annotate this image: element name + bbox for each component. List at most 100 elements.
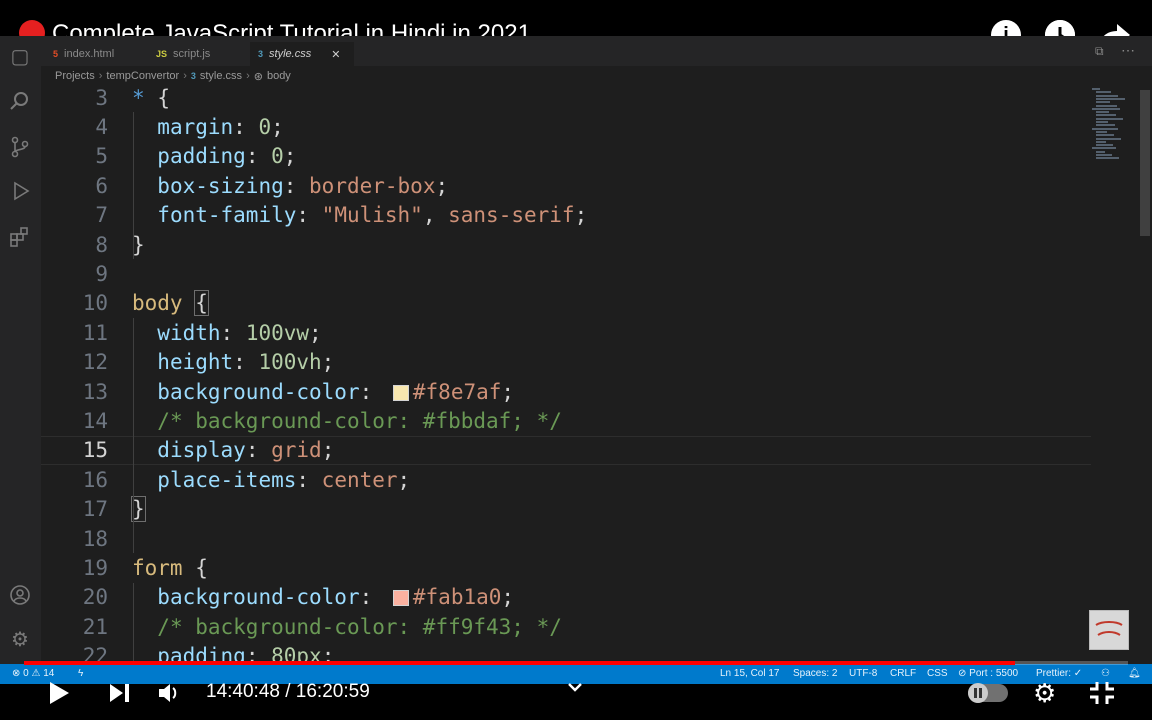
code-line[interactable]: 16 place-items: center; <box>41 465 1091 494</box>
more-actions-icon[interactable]: ⋯ <box>1121 42 1135 59</box>
code-token: font-family <box>157 203 297 228</box>
color-swatch[interactable] <box>392 384 409 401</box>
code-line[interactable]: 17} <box>41 495 1091 524</box>
code-line[interactable]: 8} <box>41 230 1091 259</box>
indentation[interactable]: Spaces: 2 <box>793 668 837 679</box>
notifications-icon[interactable]: 🔔︎ <box>1128 668 1141 679</box>
breadcrumb-item[interactable]: tempConvertor <box>106 70 179 82</box>
chevron-right-icon: › <box>98 70 103 82</box>
settings-gear-icon[interactable]: ⚙ <box>1033 679 1056 707</box>
breadcrumb-item[interactable]: style.css <box>200 70 242 82</box>
code-line[interactable]: 9 <box>41 259 1091 288</box>
line-ending[interactable]: CRLF <box>890 668 916 679</box>
symbol-icon: ⊛ <box>253 70 263 83</box>
breadcrumb-item[interactable]: Projects <box>55 70 95 82</box>
minimap-line <box>1096 111 1109 114</box>
code-token: height <box>157 350 234 375</box>
code-text: box-sizing: border-box; <box>132 174 448 198</box>
code-token: : <box>359 585 385 610</box>
code-token: "Mulish" <box>321 203 423 228</box>
cursor-position[interactable]: Ln 15, Col 17 <box>720 668 780 679</box>
minimap-line <box>1096 121 1108 123</box>
line-number: 15 <box>82 438 108 463</box>
live-server-port[interactable]: ⊘ Port : 5500 <box>958 668 1018 679</box>
chevron-down-icon[interactable] <box>567 680 583 698</box>
tab-style-css[interactable]: 3 style.css ✕ <box>250 42 354 66</box>
code-token: { <box>195 556 208 581</box>
code-token: : <box>296 203 322 228</box>
code-text: /* background-color: #ff9f43; */ <box>132 615 562 639</box>
code-token: body <box>132 291 183 316</box>
code-token: grid <box>271 438 322 463</box>
scrollbar-thumb[interactable] <box>1140 90 1150 236</box>
line-number: 3 <box>95 86 108 110</box>
code-token: ; <box>435 173 449 198</box>
lightning-icon[interactable]: ϟ <box>78 668 83 679</box>
line-number: 4 <box>95 115 108 140</box>
channel-watermark-logo[interactable] <box>1089 610 1129 650</box>
minimap-line <box>1092 127 1118 130</box>
extensions-icon[interactable] <box>9 226 31 248</box>
next-video-icon[interactable] <box>109 683 131 708</box>
code-line[interactable]: 10 body { <box>41 289 1091 318</box>
code-token: 100vw <box>245 320 310 345</box>
code-editor[interactable]: 3 * {4 margin: 0; 5 padding: 0; 6 box-sizin… <box>41 86 1137 664</box>
language-mode[interactable]: CSS <box>927 668 948 679</box>
code-token: ; <box>501 379 515 404</box>
code-line[interactable]: 7 font-family: "Mulish", sans-serif; <box>41 201 1091 230</box>
split-editor-icon[interactable]: ⧉ <box>1095 44 1104 59</box>
minimap-line <box>1096 104 1117 107</box>
accounts-icon[interactable] <box>9 584 31 606</box>
code-line[interactable]: 4 margin: 0; <box>41 112 1091 141</box>
problems-indicator[interactable]: ⊗ 0 ⚠ 14 <box>12 668 54 679</box>
code-line[interactable]: 15 display: grid; <box>41 435 1091 466</box>
minimap[interactable] <box>1090 86 1138 162</box>
code-line[interactable]: 14 /* background-color: #fbbdaf; */ <box>41 406 1091 435</box>
code-line[interactable]: 18 <box>41 524 1091 553</box>
code-token: : <box>233 115 259 140</box>
code-line[interactable]: 21 /* background-color: #ff9f43; */ <box>41 612 1091 641</box>
code-token: margin <box>157 115 234 140</box>
tab-index-html[interactable]: 5 index.html <box>45 42 122 66</box>
code-line[interactable]: 3 * { <box>41 86 1091 112</box>
encoding[interactable]: UTF-8 <box>849 668 877 679</box>
volume-icon[interactable] <box>158 682 182 709</box>
settings-gear-icon[interactable]: ⚙ <box>9 629 31 651</box>
source-control-icon[interactable] <box>9 136 31 158</box>
code-line[interactable]: 19 form { <box>41 553 1091 582</box>
run-debug-icon[interactable] <box>9 180 31 202</box>
code-token: ; <box>501 585 515 610</box>
breadcrumb-item[interactable]: body <box>267 70 291 82</box>
minimap-line <box>1096 130 1107 133</box>
exit-fullscreen-icon[interactable] <box>1089 681 1115 710</box>
search-icon[interactable] <box>9 90 31 112</box>
color-swatch[interactable] <box>392 590 409 607</box>
code-token: * <box>132 86 145 110</box>
code-line[interactable]: 6 box-sizing: border-box; <box>41 171 1091 200</box>
code-text: width: 100vw; <box>132 320 321 345</box>
explorer-icon[interactable]: ▢ <box>9 46 31 68</box>
code-token: border-box <box>309 173 436 198</box>
line-number: 11 <box>82 320 108 345</box>
code-line[interactable]: 5 padding: 0; <box>41 142 1091 171</box>
autoplay-toggle[interactable] <box>968 683 1008 703</box>
feedback-icon[interactable]: ⚇ <box>1101 668 1110 679</box>
code-line[interactable]: 11 width: 100vw; <box>41 318 1091 347</box>
code-line[interactable]: 20 background-color: #fab1a0; <box>41 583 1091 612</box>
minimap-line <box>1092 147 1116 150</box>
line-number: 10 <box>82 291 108 316</box>
tab-label: style.css <box>269 48 312 60</box>
close-tab-icon[interactable]: ✕ <box>331 48 340 61</box>
code-token: background-color <box>157 585 360 610</box>
video-progress-bar[interactable] <box>24 661 1128 665</box>
play-icon[interactable] <box>48 681 70 710</box>
minimap-line <box>1096 137 1121 140</box>
code-token: : <box>233 350 259 375</box>
js-file-icon: JS <box>156 49 168 59</box>
line-number: 6 <box>95 173 108 198</box>
chevron-right-icon: › <box>246 70 250 82</box>
code-line[interactable]: 12 height: 100vh; <box>41 348 1091 377</box>
tab-script-js[interactable]: JS script.js <box>148 42 218 66</box>
code-line[interactable]: 13 background-color: #f8e7af; <box>41 377 1091 406</box>
